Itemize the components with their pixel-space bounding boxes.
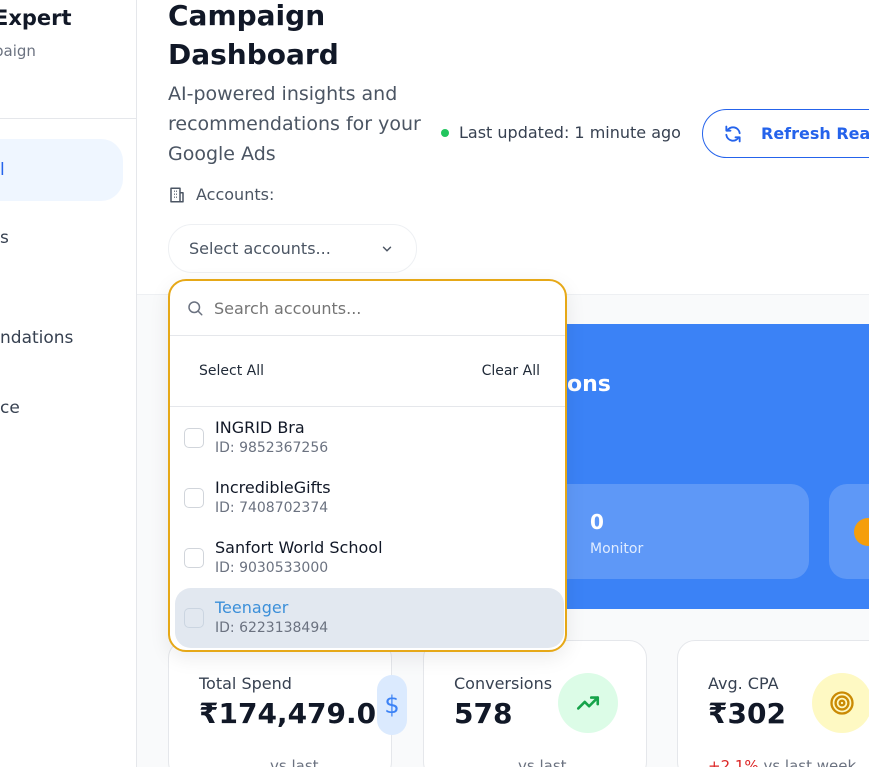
live-status-dot [441,128,449,137]
account-name: IncredibleGifts [215,478,331,497]
page-subtitle: AI-powered insights and recommendations … [168,83,421,165]
accounts-dropdown: Select All Clear All INGRID Bra ID: 9852… [168,279,567,652]
kpi-foot: vs last week [763,757,857,767]
kpi-card-conversions: Conversions 578 vs last [423,640,647,767]
account-name: Sanfort World School [215,538,383,557]
sidebar-item-recommendations[interactable]: ndations [0,307,123,369]
brand-subtitle: paign [0,42,36,60]
refresh-button-label: Refresh Real [761,124,869,143]
search-accounts-input[interactable] [214,298,534,318]
account-name: INGRID Bra [215,418,305,437]
page-title: Campaign Dashboard [168,0,339,71]
last-updated-status: Last updated: 1 minute ago [441,123,681,142]
sidebar-item-label: ndations [0,328,74,348]
monitor-label: Monitor [590,541,644,557]
kpi-foot: vs last [518,757,567,767]
account-id: ID: 6223138494 [215,620,329,636]
kpi-value: ₹174,479.04 [199,697,396,730]
monitor-count: 0 [590,510,604,534]
account-option[interactable]: Sanfort World School ID: 9030533000 [170,528,565,588]
sidebar-item-performance[interactable]: ce [0,377,123,439]
kpi-value: 578 [454,697,513,730]
target-icon [812,673,869,733]
account-name: Teenager [215,598,289,617]
clear-all-button[interactable]: Clear All [482,363,540,379]
building-icon [170,187,184,202]
account-checkbox[interactable] [184,608,204,628]
dropdown-actions: Select All Clear All [170,336,565,407]
kpi-card-avg-cpa: Avg. CPA ₹302 +2.1% vs last week [677,640,869,767]
kpi-label: Total Spend [199,674,292,693]
account-checkbox[interactable] [184,548,204,568]
last-updated-text: Last updated: 1 minute ago [459,123,681,142]
sidebar: Expert paign l s ndations ce [0,0,137,767]
sidebar-item-campaigns[interactable]: s [0,207,123,269]
brand-title: Expert [0,6,72,30]
refresh-button[interactable]: Refresh Real [702,109,869,158]
accounts-select[interactable]: Select accounts... [168,224,417,273]
accounts-select-value: Select accounts... [189,239,331,258]
dollar-icon: $ [377,675,407,735]
kpi-label: Avg. CPA [708,674,779,693]
sidebar-divider [0,118,136,119]
kpi-foot: vs last [270,757,319,767]
sidebar-item-label: ce [0,398,20,418]
refresh-icon [725,125,741,142]
sidebar-item-label: l [0,160,5,180]
accounts-label: Accounts: [168,185,274,204]
kpi-change: +2.1% [708,757,759,767]
dropdown-search [170,281,565,336]
accounts-list: INGRID Bra ID: 9852367256 IncredibleGift… [170,408,565,648]
account-option[interactable]: INGRID Bra ID: 9852367256 [170,408,565,468]
account-id: ID: 9852367256 [215,440,329,456]
account-option-highlighted[interactable]: Teenager ID: 6223138494 [175,588,564,648]
trend-up-icon [558,673,618,733]
chevron-down-icon [382,246,392,252]
select-all-button[interactable]: Select All [199,363,264,379]
sidebar-item-dashboard[interactable]: l [0,139,123,201]
kpi-label: Conversions [454,674,553,693]
account-option[interactable]: IncredibleGifts ID: 7408702374 [170,468,565,528]
account-checkbox[interactable] [184,488,204,508]
account-id: ID: 9030533000 [215,560,329,576]
hero-title: ons [567,372,611,397]
kpi-value: ₹302 [708,697,786,730]
account-id: ID: 7408702374 [215,500,329,516]
search-icon [188,301,203,316]
account-checkbox[interactable] [184,428,204,448]
kpi-card-total-spend: Total Spend ₹174,479.04 $ vs last [168,640,407,767]
sidebar-item-label: s [0,228,9,248]
kpi-foot-row: +2.1% vs last week [708,757,856,767]
accounts-label-text: Accounts: [196,185,275,204]
monitor-stat-card [547,484,809,579]
